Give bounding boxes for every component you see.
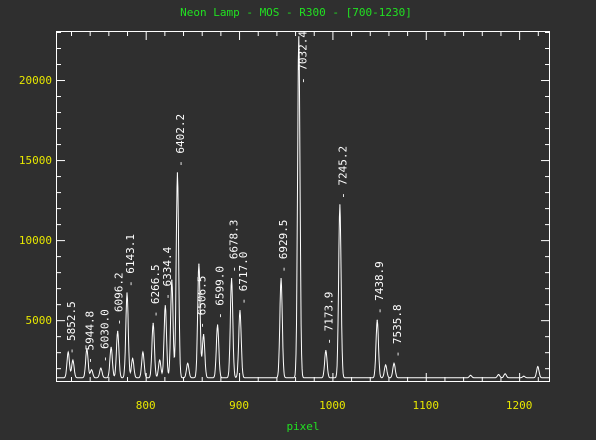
peak-point [216,324,219,326]
peak-wavelength-label: - 6717.0 [237,252,250,305]
peak-point [523,375,525,377]
peak-wavelength-label: - 7535.8 [391,304,404,357]
y-tick-label: 5000 [26,314,53,327]
peak-wavelength-label: - 6599.0 [213,266,226,319]
peak-point [176,172,179,174]
peak-point [376,319,378,321]
peak-wavelength-label: - 6334.4 [161,246,174,299]
peak-point [198,263,200,265]
peak-point [164,305,166,307]
peak-wavelength-label: - 6402.2 [174,114,187,167]
y-tick-label: 20000 [19,74,52,87]
y-tick-label: 15000 [19,154,52,167]
peak-point [325,349,327,352]
peak-point [100,367,102,369]
peak-wavelength-label: - 7245.2 [337,146,350,199]
x-tick-label: 1000 [319,399,346,412]
peak-wavelength-label: - 7438.9 [373,261,386,314]
peak-point [280,277,282,280]
peak-point [159,359,161,361]
peak-point [72,359,74,361]
x-tick-label: 1100 [413,399,440,412]
x-tick-label: 1200 [506,399,533,412]
peak-wavelength-label: - 6266.5 [149,264,162,317]
peak-point [339,204,341,206]
peak-point [537,365,539,368]
peak-wavelength-label: - 7032.4 [297,31,310,84]
peak-point [497,373,500,376]
peak-point [152,322,154,324]
y-tick-label: 10000 [19,234,52,247]
peak-point [230,277,233,280]
x-tick-label: 900 [229,399,249,412]
chart-title: Neon Lamp - MOS - R300 - [700-1230] [180,6,412,19]
peak-point [142,351,144,353]
peak-wavelength-label: - 6929.5 [277,220,290,273]
peak-wavelength-label: - 7173.9 [323,292,336,345]
peak-wavelength-label: - 5944.8 [84,311,97,364]
peak-point [132,357,134,360]
peak-wavelength-label: - 6506.5 [196,276,209,329]
peak-point [117,330,119,332]
peak-point [239,309,241,312]
peak-wavelength-label: - 5852.5 [65,301,78,354]
peak-wavelength-label: - 6143.1 [124,234,137,287]
peak-point [126,292,128,294]
x-axis-label: pixel [286,420,319,433]
peak-point [385,364,387,366]
spectrum-chart: Neon Lamp - MOS - R300 - [700-1230] - 58… [0,0,596,440]
peak-point [202,333,205,336]
peak-point [469,374,472,376]
x-tick-label: 800 [136,399,156,412]
peak-point [187,362,189,364]
peak-point [90,369,93,371]
peak-wavelength-label: - 6030.0 [99,309,112,362]
peak-point [504,373,506,375]
peak-point [393,362,395,364]
